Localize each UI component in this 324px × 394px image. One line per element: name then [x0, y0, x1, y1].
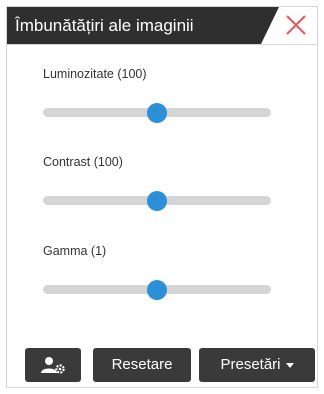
panel-title: Îmbunătățiri ale imaginii — [15, 16, 194, 35]
brightness-slider-track[interactable] — [43, 102, 271, 123]
slider-label: Gamma (1) — [43, 244, 107, 258]
slider-label: Contrast (100) — [43, 155, 123, 169]
gamma-slider-thumb[interactable] — [147, 279, 167, 300]
panel-header: Îmbunătățiri ale imaginii — [7, 7, 317, 45]
panel-footer: Resetare Presetări — [7, 342, 317, 382]
image-enhancements-panel: Îmbunătățiri ale imaginii Luminozitate (… — [6, 6, 318, 388]
user-settings-button[interactable] — [25, 348, 81, 382]
contrast-slider-thumb[interactable] — [147, 190, 167, 211]
presets-dropdown-button[interactable]: Presetări — [199, 348, 315, 382]
gamma-slider-track[interactable] — [43, 279, 271, 300]
user-settings-icon — [41, 357, 65, 374]
brightness-slider-thumb[interactable] — [147, 102, 167, 123]
contrast-slider-track[interactable] — [43, 190, 271, 211]
close-button[interactable] — [283, 12, 309, 38]
caret-down-icon — [285, 362, 294, 368]
slider-label: Luminozitate (100) — [43, 67, 147, 81]
presets-label: Presetări — [220, 356, 281, 373]
close-icon — [286, 15, 306, 35]
reset-button[interactable]: Resetare — [93, 348, 191, 382]
